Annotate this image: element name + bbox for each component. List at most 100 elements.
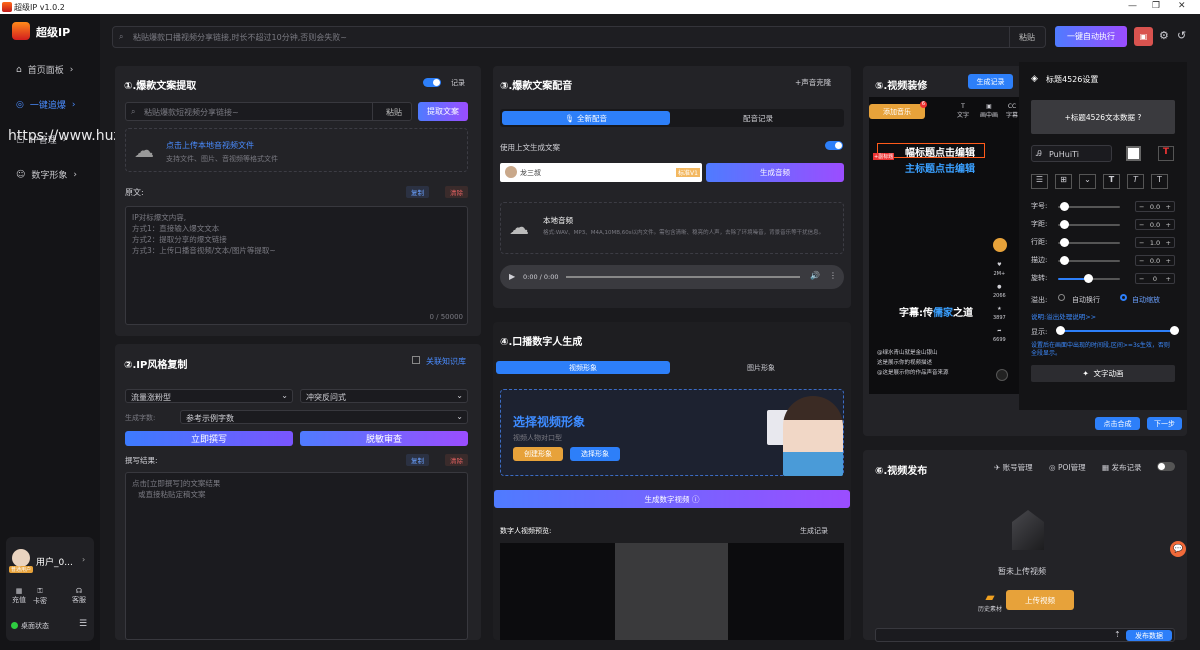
grid-icon: ▦ xyxy=(15,587,23,595)
window-title: 超级IP v1.0.2 xyxy=(14,3,65,12)
search-input[interactable]: ⌕ 粘贴爆款口播视频分享链接,时长不超过10分钟,否则会失败~ 粘贴 xyxy=(112,26,1046,48)
poi-manage-button[interactable]: ◎ POI管理 xyxy=(1049,462,1086,473)
overflow-help-link[interactable]: 说明:溢出处理说明>> xyxy=(1031,311,1096,321)
audio-player[interactable]: ▶ 0:00 / 0:00 🔊 ⋮ xyxy=(500,265,844,289)
font-select[interactable]: Ꭿ PuHuiTi xyxy=(1031,145,1112,162)
mic-icon: 🎙 xyxy=(565,113,575,123)
add-music-button[interactable]: 添加音乐 xyxy=(869,104,925,119)
paste-button[interactable]: 粘贴 xyxy=(386,107,402,118)
gen-video-button[interactable]: 生成数字视频 ⓘ xyxy=(494,490,850,508)
publish-button[interactable]: 发布数据 xyxy=(1126,630,1172,641)
avatar[interactable] xyxy=(12,549,30,567)
text-tool[interactable]: T 文字 xyxy=(957,103,969,119)
color-picker[interactable] xyxy=(1126,146,1141,161)
choose-avatar-area[interactable]: 选择视频形象 视频人物对口型 创建形象 选择形象 xyxy=(500,389,844,476)
auto-run-button[interactable]: 一键自动执行 xyxy=(1055,26,1127,47)
kb-checkbox[interactable] xyxy=(412,356,420,364)
menu-icon[interactable]: ☰ xyxy=(79,619,87,629)
chat-bubble-icon[interactable]: 💬 xyxy=(1170,541,1186,557)
shrink-radio[interactable] xyxy=(1120,294,1127,301)
sidebar-item-avatar[interactable]: ☺ 数字形象 › xyxy=(16,168,77,182)
play-icon[interactable]: ▶ xyxy=(509,272,515,281)
style-select[interactable]: 流量涨粉型 ⌄ xyxy=(125,389,293,403)
original-textarea[interactable]: IP对标爆文内容, 方式1：直接输入爆文文本 方式2：提取分享的爆文链接 方式3：上传… xyxy=(125,206,468,325)
gen-record-button[interactable]: 生成记录 xyxy=(800,526,828,536)
extract-button[interactable]: 提取文案 xyxy=(418,102,468,121)
video-preview[interactable] xyxy=(500,543,844,640)
upload-area[interactable]: ☁ 点击上传本地音视频文件 支持文件、图片、音视频等格式文件 xyxy=(125,128,468,172)
tab-new-voice[interactable]: 🎙 全新配音 xyxy=(502,111,670,125)
sidebar-item-home[interactable]: ⌂ 首页面板 › xyxy=(16,63,73,77)
create-avatar-button[interactable]: 创建形象 xyxy=(513,447,563,461)
account-manage-button[interactable]: ✈ 账号管理 xyxy=(994,462,1033,473)
clear-button[interactable]: 清除 xyxy=(445,454,468,466)
underline-icon[interactable]: T xyxy=(1151,174,1168,189)
skin-icon[interactable]: ▣ xyxy=(1134,27,1153,46)
sidebar-item-follow[interactable]: ◎ 一键追爆 › xyxy=(16,98,75,112)
close-icon[interactable]: ✕ xyxy=(1178,1,1186,11)
upload-video-button[interactable]: 上传视频 xyxy=(1006,590,1074,610)
decorate-record-button[interactable]: 生成记录 xyxy=(968,74,1013,89)
voice-select[interactable]: 龙三叔 标准V1 xyxy=(500,163,702,182)
history-material-button[interactable]: ▰ 历史素材 xyxy=(978,590,1002,613)
more-icon[interactable]: ⋮ xyxy=(829,271,837,280)
publish-input[interactable]: ⇡ 发布数据 xyxy=(875,628,1175,642)
align-icon[interactable]: ☰ xyxy=(1031,174,1048,189)
local-audio-upload[interactable]: ☁ 本地音频 格式:WAV、MP3、M4A,10MB,60s以内文件。需包含清晰… xyxy=(500,202,844,254)
status-dot-icon xyxy=(11,622,18,629)
share-icon: ➦ xyxy=(997,328,1002,334)
copy-button[interactable]: 复制 xyxy=(406,454,429,466)
next-button[interactable]: 下一步 xyxy=(1147,417,1182,430)
copy-button[interactable]: 复制 xyxy=(406,186,429,198)
settings-gear-icon[interactable]: ⚙ xyxy=(1159,29,1169,42)
card-button[interactable]: ⚿ 卡密 xyxy=(33,587,47,606)
paste-button[interactable]: 粘贴 xyxy=(1019,32,1035,43)
check-button[interactable]: 脱敏审查 xyxy=(300,431,468,446)
status-text: 桌面状态 xyxy=(21,622,49,630)
brand-name: 超级IP xyxy=(36,26,71,39)
pip-tool[interactable]: ▣ 画中画 xyxy=(980,103,998,119)
recharge-button[interactable]: ▦ 充值 xyxy=(12,587,26,605)
tab-image-avatar[interactable]: 图片形象 xyxy=(674,361,848,374)
headset-icon: ☊ xyxy=(75,587,83,595)
rewrite-button[interactable]: 立即撰写 xyxy=(125,431,293,446)
use-prev-toggle[interactable] xyxy=(825,141,843,150)
info-icon: ⓘ xyxy=(691,494,700,504)
mode-select[interactable]: 冲突反问式 ⌄ xyxy=(300,389,468,403)
record-toggle[interactable] xyxy=(423,78,441,87)
app-logo-icon xyxy=(2,2,12,12)
bold-icon[interactable]: T xyxy=(1103,174,1120,189)
publish-toggle[interactable] xyxy=(1157,462,1175,471)
tab-voice-record[interactable]: 配音记录 xyxy=(674,111,842,125)
history-icon[interactable]: ↺ xyxy=(1177,29,1186,42)
tab-video-avatar[interactable]: 视频形象 xyxy=(496,361,670,374)
publish-record-button[interactable]: ▦ 发布记录 xyxy=(1102,462,1141,473)
choose-avatar-button[interactable]: 选择形象 xyxy=(570,447,620,461)
link-input[interactable]: ⌕ 粘贴爆款短视频分享链接~ 粘贴 xyxy=(125,102,412,121)
tiktok-icon xyxy=(996,369,1008,381)
compose-button[interactable]: 点击合成 xyxy=(1095,417,1140,430)
position-icon[interactable]: ⊞ xyxy=(1055,174,1072,189)
gen-audio-button[interactable]: 生成音频 xyxy=(706,163,844,182)
video-canvas[interactable]: 添加音乐 6 T 文字 ▣ 画中画 CC 字幕 +副标题 幅标题点击编辑 主标题点击编… xyxy=(869,97,1019,394)
comment-icon: ● xyxy=(997,284,1002,290)
word-count-select[interactable]: 参考示例字数 ⌄ xyxy=(180,410,468,424)
result-textarea[interactable]: 点击[立即撰写]的文案结果 或直接粘贴定稿文案 xyxy=(125,472,468,640)
volume-icon[interactable]: 🔊 xyxy=(810,271,820,280)
italic-icon[interactable]: T xyxy=(1127,174,1144,189)
stroke-color-icon[interactable]: T xyxy=(1158,146,1174,161)
cloud-upload-icon: ☁ xyxy=(509,215,529,239)
voice-clone-button[interactable]: +声音克隆 xyxy=(795,77,831,88)
display-range-slider[interactable] xyxy=(1056,326,1179,335)
dropdown-icon[interactable]: ⌄ xyxy=(1079,174,1096,189)
minimize-icon[interactable]: — xyxy=(1128,1,1137,11)
clear-button[interactable]: 清除 xyxy=(445,186,468,198)
wrap-radio[interactable] xyxy=(1058,294,1065,301)
text-animation-button[interactable]: ✦ 文字动画 xyxy=(1031,365,1175,382)
subtitle-tool[interactable]: CC 字幕 xyxy=(1006,103,1018,119)
chevron-right-icon[interactable]: › xyxy=(82,555,85,564)
audio-progress[interactable] xyxy=(566,276,800,278)
service-button[interactable]: ☊ 客服 xyxy=(72,587,86,605)
maximize-icon[interactable]: ❐ xyxy=(1152,1,1160,11)
add-text-data-button[interactable]: +标题4526文本数据 ? xyxy=(1031,100,1175,134)
